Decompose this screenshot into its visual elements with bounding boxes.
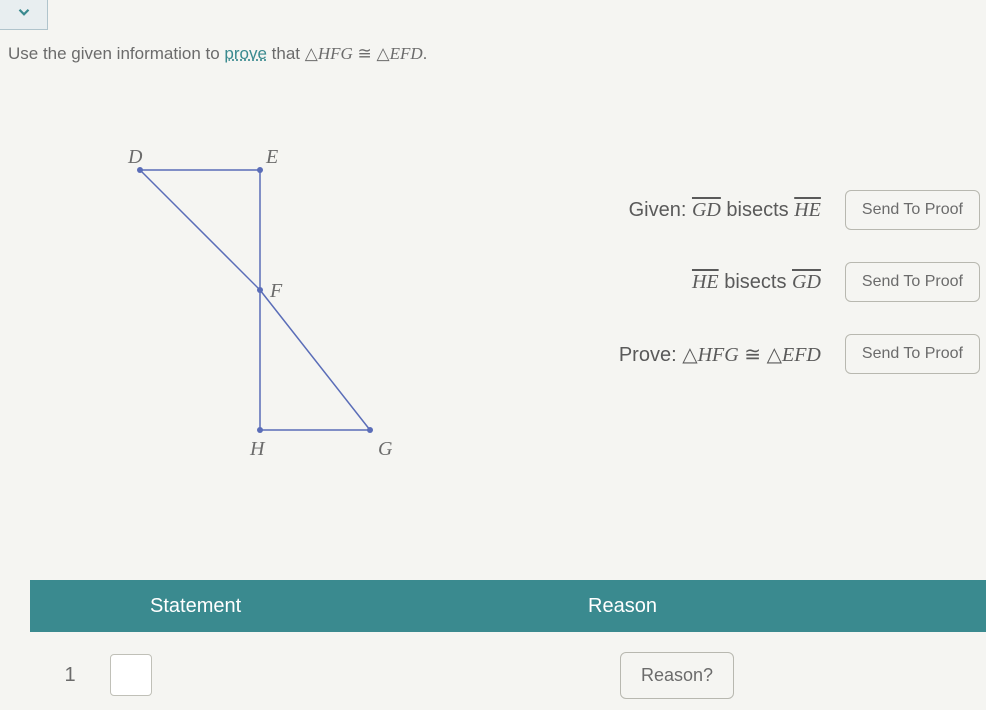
given-text-2: HE bisects GD: [470, 271, 821, 294]
statement-input-1[interactable]: [110, 654, 152, 696]
vertex-label-g: G: [378, 438, 392, 461]
prove-row: Prove: △HFG ≅ △EFD Send To Proof: [470, 334, 980, 374]
given-row-2: HE bisects GD Send To Proof: [470, 262, 980, 302]
givens-panel: Given: GD bisects HE Send To Proof HE bi…: [470, 190, 980, 406]
vertex-label-f: F: [270, 280, 282, 303]
diagram-svg: [110, 140, 400, 480]
triangle-rhs: △EFD: [377, 44, 423, 63]
proof-table-header: Statement Reason: [30, 580, 986, 632]
reason-button-1[interactable]: Reason?: [620, 652, 734, 699]
vertex-label-h: H: [250, 438, 264, 461]
vertex-label-d: D: [128, 146, 142, 169]
row-number: 1: [30, 664, 110, 687]
send-to-proof-button-1[interactable]: Send To Proof: [845, 190, 980, 230]
collapse-toggle[interactable]: [0, 0, 48, 30]
given-text-1: Given: GD bisects HE: [470, 199, 821, 222]
vertex-label-e: E: [266, 146, 278, 169]
send-to-proof-button-2[interactable]: Send To Proof: [845, 262, 980, 302]
geometry-diagram: D E F H G: [110, 140, 400, 480]
instruction-prefix: Use the given information to: [8, 44, 224, 63]
instruction-suffix: that: [267, 44, 305, 63]
proof-row-1: 1 Reason?: [30, 640, 986, 710]
chevron-down-icon: [15, 3, 33, 26]
triangle-lhs: △HFG: [305, 44, 353, 63]
instruction-text: Use the given information to prove that …: [8, 44, 427, 64]
column-header-reason: Reason: [508, 595, 986, 618]
prove-text: Prove: △HFG ≅ △EFD: [470, 342, 821, 367]
send-to-proof-button-3[interactable]: Send To Proof: [845, 334, 980, 374]
given-row-1: Given: GD bisects HE Send To Proof: [470, 190, 980, 230]
congruent-symbol: ≅: [358, 44, 372, 63]
column-header-statement: Statement: [30, 595, 508, 618]
prove-link[interactable]: prove: [224, 44, 267, 63]
